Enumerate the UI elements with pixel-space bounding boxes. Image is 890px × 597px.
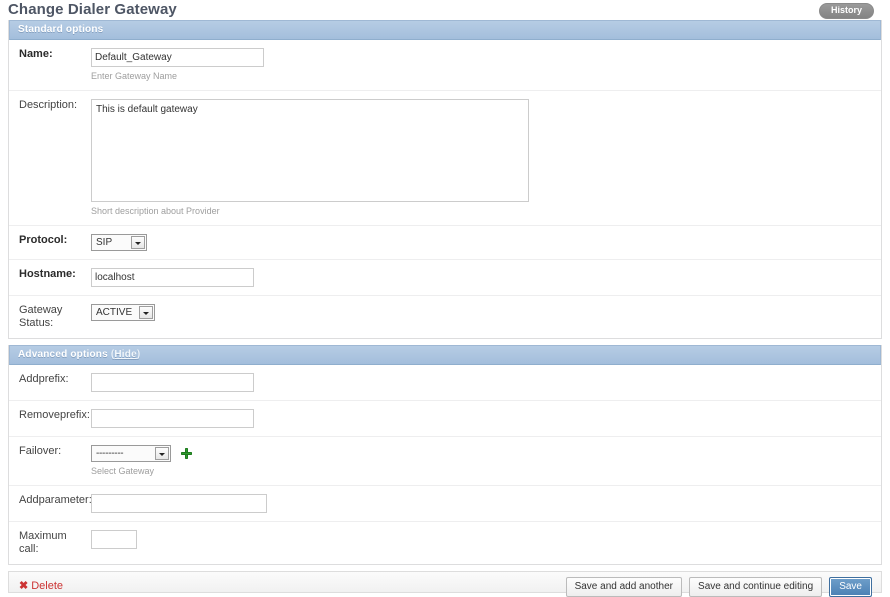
page-title: Change Dialer Gateway xyxy=(8,1,177,18)
maximum-call-input[interactable] xyxy=(91,530,137,549)
field-row-maximum-call: Maximum call: xyxy=(9,522,881,564)
advanced-options-header: Advanced options (Hide) xyxy=(9,345,881,365)
addprefix-input[interactable] xyxy=(91,373,254,392)
removeprefix-label: Removeprefix: xyxy=(19,409,90,421)
name-label: Name: xyxy=(19,48,53,60)
name-help-text: Enter Gateway Name xyxy=(91,71,178,81)
failover-select[interactable]: --------- xyxy=(91,445,171,462)
removeprefix-input[interactable] xyxy=(91,409,254,428)
submit-buttons: Save and add another Save and continue e… xyxy=(562,577,872,597)
field-row-gateway-status: Gateway Status: ACTIVE xyxy=(9,296,881,338)
field-row-removeprefix: Removeprefix: xyxy=(9,401,881,437)
field-row-hostname: Hostname: xyxy=(9,260,881,296)
addprefix-label: Addprefix: xyxy=(19,373,69,385)
field-row-name: Name: Enter Gateway Name xyxy=(9,40,881,91)
gateway-status-select[interactable]: ACTIVE xyxy=(91,304,155,321)
paren-close: ) xyxy=(136,349,141,360)
submit-row: ✖ Delete Save and add another Save and co… xyxy=(8,571,882,597)
close-icon: ✖ xyxy=(19,580,29,592)
advanced-options-hide-link[interactable]: Hide xyxy=(114,349,136,360)
advanced-options-fieldset: Advanced options (Hide) Addprefix: Remov… xyxy=(8,345,882,565)
chevron-down-icon xyxy=(131,236,145,249)
delete-link[interactable]: ✖ Delete xyxy=(19,579,63,592)
plus-icon xyxy=(181,448,193,459)
page-header: Change Dialer Gateway History xyxy=(0,0,890,20)
protocol-label: Protocol: xyxy=(19,234,68,246)
field-row-failover: Failover: --------- Select Gateway xyxy=(9,437,881,486)
gateway-status-label: Gateway Status: xyxy=(19,304,63,329)
save-button[interactable]: Save xyxy=(829,577,872,597)
hostname-input[interactable] xyxy=(91,268,254,287)
description-help-text: Short description about Provider xyxy=(91,206,220,216)
save-and-continue-editing-button[interactable]: Save and continue editing xyxy=(689,577,823,597)
standard-options-title: Standard options xyxy=(18,24,104,35)
failover-label: Failover: xyxy=(19,445,62,457)
field-row-description: Description: This is default gateway Sho… xyxy=(9,91,881,226)
maximum-call-label: Maximum call: xyxy=(19,530,67,555)
addparameter-label: Addparameter: xyxy=(19,494,92,506)
advanced-options-title: Advanced options xyxy=(18,349,108,360)
chevron-down-icon xyxy=(139,306,153,319)
addparameter-input[interactable] xyxy=(91,494,267,513)
failover-help-text: Select Gateway xyxy=(91,466,155,476)
standard-options-header: Standard options xyxy=(9,20,881,40)
history-button[interactable]: History xyxy=(818,3,874,19)
chevron-down-icon xyxy=(155,447,169,460)
add-failover-gateway-button[interactable] xyxy=(181,448,193,459)
delete-label: Delete xyxy=(31,580,64,592)
field-row-addparameter: Addparameter: xyxy=(9,486,881,522)
standard-options-fieldset: Standard options Name: Enter Gateway Nam… xyxy=(8,20,882,339)
protocol-select[interactable]: SIP xyxy=(91,234,147,251)
hostname-label: Hostname: xyxy=(19,268,76,280)
field-row-addprefix: Addprefix: xyxy=(9,365,881,401)
save-and-add-another-button[interactable]: Save and add another xyxy=(565,577,682,597)
description-label: Description: xyxy=(19,99,78,111)
failover-selected-value: --------- xyxy=(96,448,124,459)
description-textarea[interactable]: This is default gateway xyxy=(91,99,529,202)
name-input[interactable] xyxy=(91,48,264,67)
field-row-protocol: Protocol: SIP xyxy=(9,226,881,260)
gateway-status-selected-value: ACTIVE xyxy=(96,307,133,318)
protocol-selected-value: SIP xyxy=(96,237,113,248)
